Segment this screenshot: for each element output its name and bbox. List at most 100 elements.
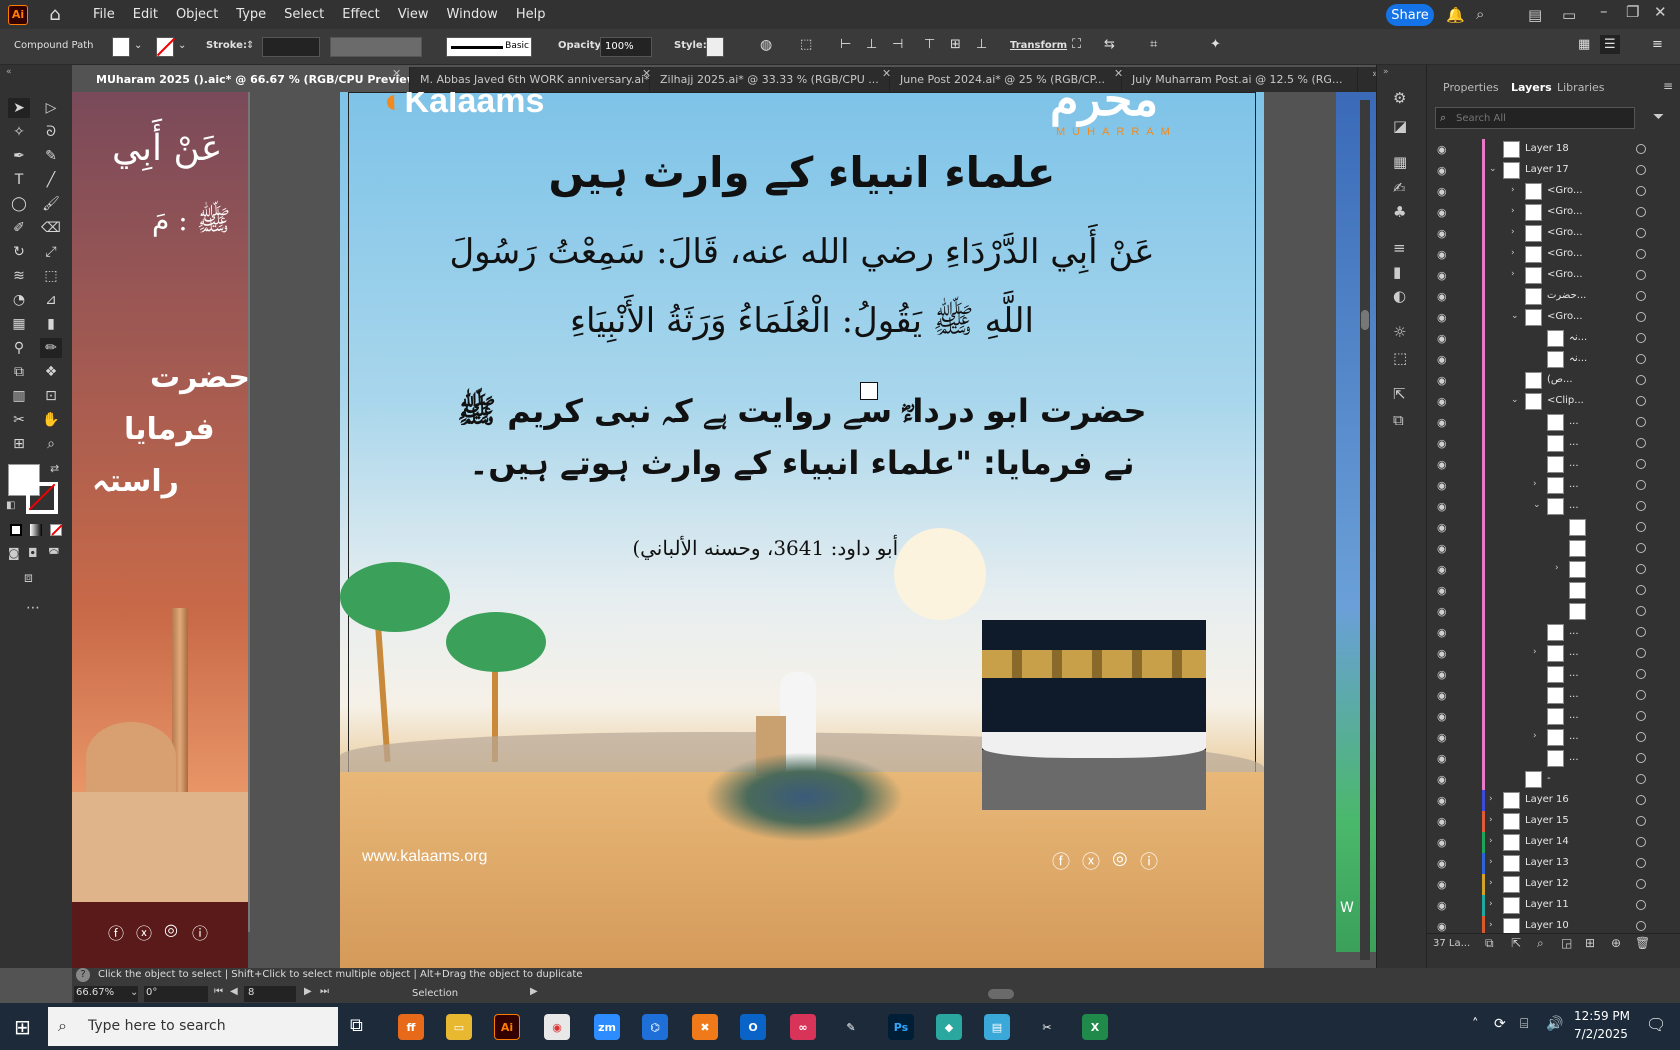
target-circle-icon[interactable]: [1636, 627, 1646, 637]
target-circle-icon[interactable]: [1636, 396, 1646, 406]
visibility-eye-icon[interactable]: ◉: [1437, 500, 1447, 513]
selection-tool-icon[interactable]: ➤: [8, 98, 30, 118]
visibility-eye-icon[interactable]: ◉: [1437, 311, 1447, 324]
swatches-icon[interactable]: ▦: [1393, 153, 1407, 171]
delete-layer-icon[interactable]: 🗑: [1635, 936, 1650, 950]
layer-row[interactable]: ◉...: [1427, 706, 1680, 727]
stroke-swatch[interactable]: [156, 37, 176, 57]
clipping-mask-icon[interactable]: ◲: [1561, 936, 1572, 950]
layer-row[interactable]: ◉ نہ...: [1427, 328, 1680, 349]
scrollbar-thumb[interactable]: [988, 989, 1014, 999]
gradient-panel-icon[interactable]: ▮: [1393, 263, 1401, 281]
brush-definition[interactable]: Basic: [446, 37, 532, 57]
paintbrush-tool-icon[interactable]: 🖌: [40, 194, 62, 214]
transform-link[interactable]: Transform: [1010, 40, 1067, 51]
layer-row[interactable]: ◉ ⌄ Layer 17: [1427, 160, 1680, 181]
target-circle-icon[interactable]: [1636, 291, 1646, 301]
horizontal-scrollbar[interactable]: [548, 988, 1344, 1000]
visibility-eye-icon[interactable]: ◉: [1437, 731, 1447, 744]
collapse-arrow-icon[interactable]: ⌄: [1511, 311, 1519, 321]
firefox-icon[interactable]: ff: [398, 1014, 424, 1040]
expand-arrow-icon[interactable]: ›: [1489, 878, 1493, 888]
visibility-eye-icon[interactable]: ◉: [1437, 647, 1447, 660]
close-tab-icon[interactable]: ✕: [392, 67, 401, 80]
xampp-icon[interactable]: ✖: [692, 1014, 718, 1040]
expand-arrow-icon[interactable]: ›: [1511, 206, 1515, 216]
collapse-toolbar-icon[interactable]: «: [6, 67, 12, 77]
tab-zilhajj-2025[interactable]: Zilhajj 2025.ai* @ 33.33 % (RGB/CPU ...: [650, 67, 890, 92]
target-circle-icon[interactable]: [1636, 669, 1646, 679]
artboard-tool-icon[interactable]: ⊡: [40, 386, 62, 406]
hand-tool-icon[interactable]: ✋: [40, 410, 62, 430]
layer-row[interactable]: ◉ Layer 18: [1427, 139, 1680, 160]
layer-row[interactable]: ◉ › Layer 13: [1427, 853, 1680, 874]
layer-row[interactable]: ◉ › <Gro...: [1427, 223, 1680, 244]
panel-menu-icon[interactable]: ≡: [1663, 79, 1673, 93]
fill-swatch[interactable]: [112, 37, 130, 57]
quick-action-icon[interactable]: ✦: [1210, 37, 1221, 52]
visibility-eye-icon[interactable]: ◉: [1437, 332, 1447, 345]
layer-row[interactable]: ◉ ›...: [1427, 643, 1680, 664]
target-circle-icon[interactable]: [1636, 438, 1646, 448]
expand-arrow-icon[interactable]: ›: [1489, 815, 1493, 825]
target-circle-icon[interactable]: [1636, 732, 1646, 742]
symbol-sprayer-tool-icon[interactable]: ❖: [40, 362, 62, 382]
expand-arrow-icon[interactable]: ›: [1489, 857, 1493, 867]
layer-row[interactable]: ◉ › Layer 14: [1427, 832, 1680, 853]
swap-colors-icon[interactable]: ⇄: [50, 462, 59, 475]
expand-arrow-icon[interactable]: ›: [1489, 794, 1493, 804]
more-tools-icon[interactable]: ⋯: [26, 600, 40, 616]
clock-date[interactable]: 7/2/2025: [1574, 1027, 1628, 1041]
first-artboard-icon[interactable]: ⏮: [214, 986, 223, 997]
layer-row[interactable]: ◉...: [1427, 622, 1680, 643]
search-layers-icon[interactable]: ⌕: [1537, 936, 1544, 951]
target-circle-icon[interactable]: [1636, 795, 1646, 805]
stroke-panel-icon[interactable]: ≡: [1393, 239, 1406, 257]
align-to-icon[interactable]: ⬚: [800, 37, 812, 52]
expand-panels-icon[interactable]: »: [1383, 67, 1389, 77]
snipping-tool-icon[interactable]: ✂: [1034, 1014, 1060, 1040]
visibility-eye-icon[interactable]: ◉: [1437, 563, 1447, 576]
layer-row[interactable]: ◉ (ص...: [1427, 370, 1680, 391]
visibility-eye-icon[interactable]: ◉: [1437, 584, 1447, 597]
graph-tool-icon[interactable]: ▥: [8, 386, 30, 406]
new-sublayer-icon[interactable]: ⊞: [1585, 936, 1595, 950]
tab-properties[interactable]: Properties: [1443, 81, 1499, 94]
target-circle-icon[interactable]: [1636, 165, 1646, 175]
draw-normal-icon[interactable]: ◙: [8, 546, 20, 560]
layer-row[interactable]: ◉...: [1427, 454, 1680, 475]
left-artboard[interactable]: عَنْ أَبِي ﷺ : مَ حضرت فرمایا راستہ ⓕ ⓧ …: [72, 92, 250, 968]
windows-start-icon[interactable]: ⊞: [14, 1015, 31, 1039]
tab-june-post-2024[interactable]: June Post 2024.ai* @ 25 % (RGB/CP...: [890, 67, 1122, 92]
visibility-eye-icon[interactable]: ◉: [1437, 143, 1447, 156]
tab-libraries[interactable]: Libraries: [1557, 81, 1605, 94]
clock-time[interactable]: 12:59 PM: [1574, 1009, 1630, 1023]
zoom-field[interactable]: 66.67%: [74, 986, 138, 1002]
target-circle-icon[interactable]: [1636, 228, 1646, 238]
visibility-eye-icon[interactable]: ◉: [1437, 521, 1447, 534]
target-circle-icon[interactable]: [1636, 606, 1646, 616]
target-circle-icon[interactable]: [1636, 186, 1646, 196]
expand-arrow-icon[interactable]: ›: [1533, 479, 1537, 489]
target-circle-icon[interactable]: [1636, 459, 1646, 469]
visibility-eye-icon[interactable]: ◉: [1437, 416, 1447, 429]
visibility-eye-icon[interactable]: ◉: [1437, 815, 1447, 828]
artboard-number-field[interactable]: 8: [244, 986, 296, 1002]
visibility-eye-icon[interactable]: ◉: [1437, 773, 1447, 786]
collapse-arrow-icon[interactable]: ⌄: [1533, 500, 1541, 510]
canvas-area[interactable]: عَنْ أَبِي ﷺ : مَ حضرت فرمایا راستہ ⓕ ⓧ …: [72, 92, 1376, 968]
gradient-mode-icon[interactable]: [30, 524, 42, 536]
menu-type[interactable]: Type: [227, 0, 275, 29]
align-bottom-icon[interactable]: ⊥: [976, 37, 987, 52]
target-circle-icon[interactable]: [1636, 501, 1646, 511]
color-guide-icon[interactable]: ☼: [1393, 323, 1406, 341]
target-circle-icon[interactable]: [1636, 354, 1646, 364]
export-icon[interactable]: ⇱: [1393, 385, 1406, 403]
target-circle-icon[interactable]: [1636, 543, 1646, 553]
target-circle-icon[interactable]: [1636, 774, 1646, 784]
help-icon[interactable]: ?: [76, 968, 90, 982]
target-circle-icon[interactable]: [1636, 879, 1646, 889]
visibility-eye-icon[interactable]: ◉: [1437, 227, 1447, 240]
layer-row[interactable]: ◉ ⌄ <Clip...: [1427, 391, 1680, 412]
opacity-field[interactable]: 100%: [600, 37, 652, 57]
